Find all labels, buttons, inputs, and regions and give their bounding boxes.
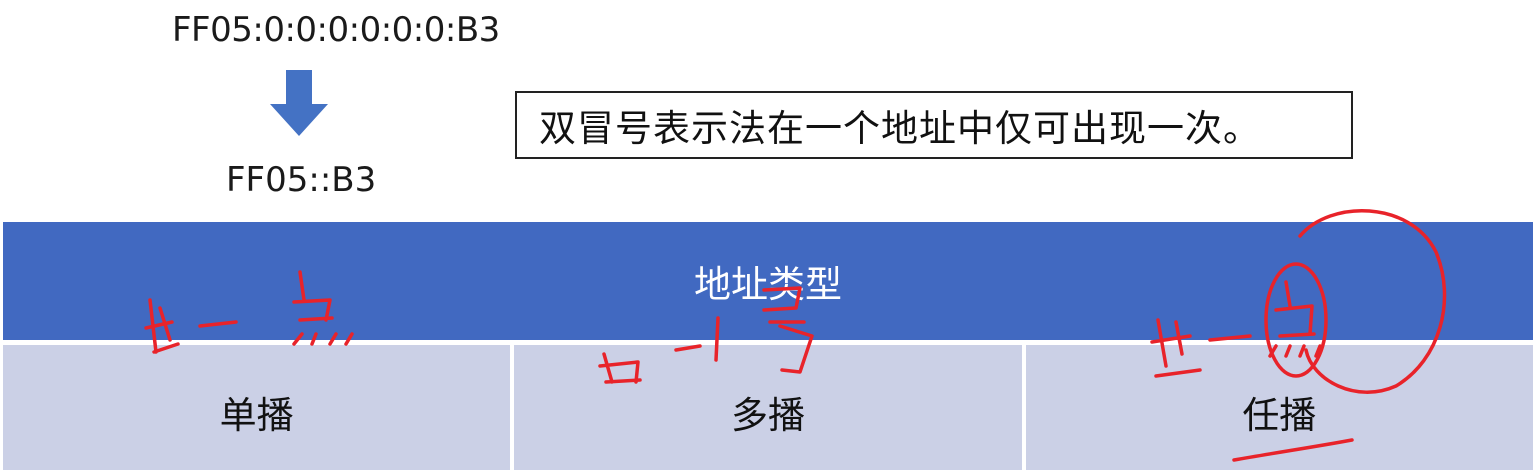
note-box: 双冒号表示法在一个地址中仅可出现一次。 bbox=[515, 91, 1353, 159]
down-arrow-icon bbox=[270, 70, 328, 136]
table-header-label: 地址类型 bbox=[694, 263, 842, 306]
cell-multicast: 多播 bbox=[514, 345, 1022, 470]
note-text: 双冒号表示法在一个地址中仅可出现一次。 bbox=[539, 107, 1261, 150]
full-ipv6-address: FF05:0:0:0:0:0:0:B3 bbox=[172, 10, 500, 50]
cell-anycast-label: 任播 bbox=[1242, 393, 1317, 437]
cell-unicast-label: 单播 bbox=[219, 393, 294, 437]
cell-multicast-label: 多播 bbox=[730, 393, 805, 437]
cell-unicast: 单播 bbox=[3, 345, 511, 470]
cell-anycast: 任播 bbox=[1025, 345, 1533, 470]
table-row: 单播 多播 任播 bbox=[3, 345, 1533, 470]
slide: FF05:0:0:0:0:0:0:B3 FF05::B3 双冒号表示法在一个地址… bbox=[0, 0, 1536, 475]
table-header: 地址类型 bbox=[3, 222, 1533, 340]
compressed-ipv6-address: FF05::B3 bbox=[226, 160, 377, 200]
